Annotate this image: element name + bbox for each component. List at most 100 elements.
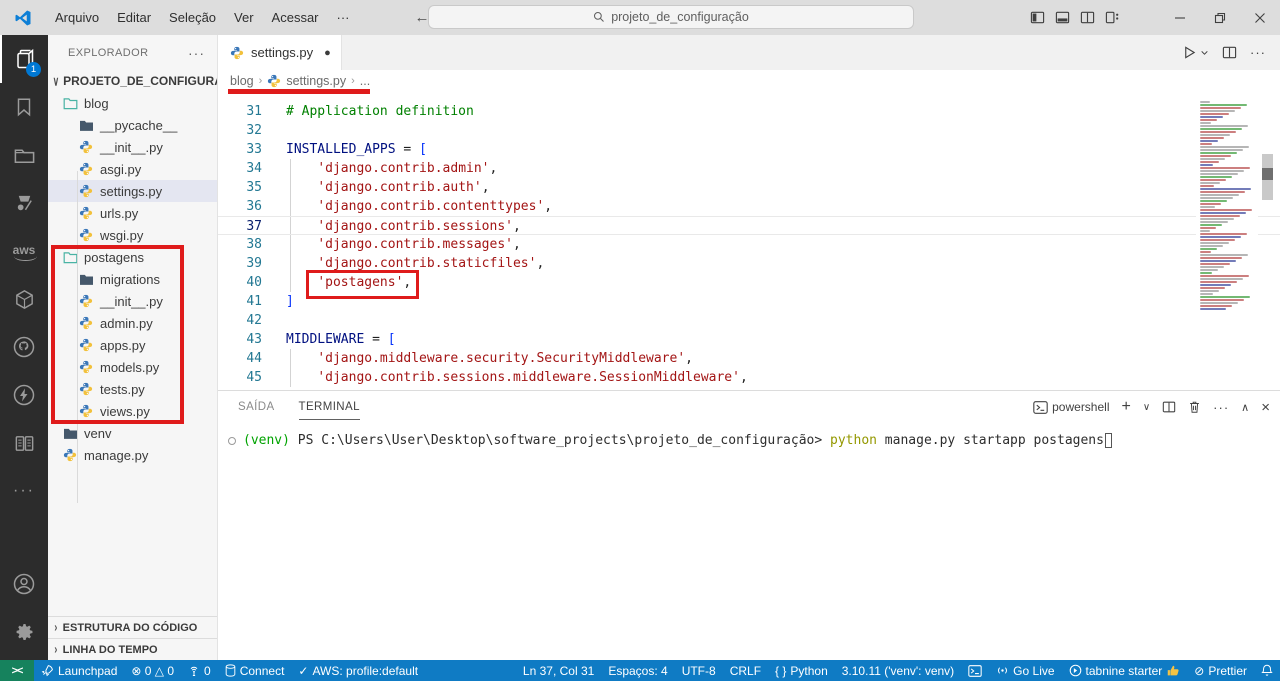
terminal-content[interactable]: (venv) PS C:\Users\User\Desktop\software… (218, 423, 1280, 448)
status-aws-profile[interactable]: ✓AWS: profile:default (291, 660, 425, 681)
menu-item-seleo[interactable]: Seleção (160, 10, 225, 25)
thunder-client-icon[interactable] (0, 371, 48, 419)
tree-item-apps-py[interactable]: apps.py (48, 334, 217, 356)
menu-item-arquivo[interactable]: Arquivo (46, 10, 108, 25)
breadcrumb-item[interactable]: ... (360, 74, 370, 88)
split-terminal-icon[interactable] (1162, 400, 1176, 414)
code-line-38[interactable]: 38 'django.contrib.messages', (218, 235, 1280, 254)
tree-item-views-py[interactable]: views.py (48, 400, 217, 422)
line-number[interactable]: 41 (218, 292, 286, 311)
modified-indicator-icon[interactable]: ● (324, 47, 331, 59)
docs-reader-icon[interactable] (0, 419, 48, 467)
more-actions-icon[interactable]: ··· (1250, 45, 1266, 60)
line-number[interactable]: 44 (218, 349, 286, 368)
line-number[interactable]: 34 (218, 159, 286, 178)
line-number[interactable]: 37 (218, 217, 286, 234)
bookmarks-icon[interactable] (0, 83, 48, 131)
code-line-31[interactable]: 31# Application definition (218, 102, 1280, 121)
code-line-34[interactable]: 34 'django.contrib.admin', (218, 159, 1280, 178)
command-decoration-icon[interactable] (228, 437, 236, 445)
tree-item-venv[interactable]: venv (48, 422, 217, 444)
line-number[interactable]: 39 (218, 254, 286, 273)
line-number[interactable]: 38 (218, 235, 286, 254)
more-extensions-icon[interactable]: ··· (0, 467, 48, 515)
line-number[interactable]: 31 (218, 102, 286, 121)
line-number[interactable]: 35 (218, 178, 286, 197)
minimap[interactable] (1196, 92, 1258, 390)
split-editor-layout-icon[interactable] (1080, 10, 1095, 25)
kill-terminal-icon[interactable] (1188, 400, 1201, 414)
status-indentation[interactable]: Espaços: 4 (601, 660, 674, 681)
code-line-44[interactable]: 44 'django.middleware.security.SecurityM… (218, 349, 1280, 368)
tree-item--init-py[interactable]: __init__.py (48, 290, 217, 312)
line-number[interactable]: 40 (218, 273, 286, 292)
tree-item-tests-py[interactable]: tests.py (48, 378, 217, 400)
tree-item-wsgi-py[interactable]: wsgi.py (48, 224, 217, 246)
tree-item-asgi-py[interactable]: asgi.py (48, 158, 217, 180)
account-icon[interactable] (0, 560, 48, 608)
tree-item--pycache-[interactable]: __pycache__ (48, 114, 217, 136)
tree-item-settings-py[interactable]: settings.py (48, 180, 217, 202)
menu-item-acessar[interactable]: Acessar (263, 10, 328, 25)
code-line-32[interactable]: 32 (218, 121, 1280, 140)
customize-layout-icon[interactable] (1105, 10, 1120, 25)
tree-item-models-py[interactable]: models.py (48, 356, 217, 378)
line-number[interactable]: 36 (218, 197, 286, 216)
status-cursor-position[interactable]: Ln 37, Col 31 (516, 660, 601, 681)
github-icon[interactable] (0, 323, 48, 371)
status-notifications[interactable] (1254, 660, 1280, 681)
code-line-40[interactable]: 40 'postagens', (218, 273, 1280, 292)
tree-item--init-py[interactable]: __init__.py (48, 136, 217, 158)
menu-item-editar[interactable]: Editar (108, 10, 160, 25)
code-line-43[interactable]: 43MIDDLEWARE = [ (218, 330, 1280, 349)
new-terminal-icon[interactable]: + (1122, 398, 1131, 416)
powershell-entry[interactable]: powershell (1033, 400, 1109, 414)
tree-item-blog[interactable]: blog (48, 92, 217, 114)
panel-more-icon[interactable]: ··· (1213, 400, 1229, 415)
panel-tab-terminal[interactable]: TERMINAL (299, 395, 360, 420)
menu-item-ver[interactable]: Ver (225, 10, 263, 25)
status-problems[interactable]: ⊗ 0 △ 0 (124, 660, 181, 681)
tree-item-admin-py[interactable]: admin.py (48, 312, 217, 334)
status-terminal-shortcut[interactable] (961, 660, 989, 681)
settings-gear-icon[interactable] (0, 608, 48, 656)
status-prettier[interactable]: ⊘Prettier (1187, 660, 1254, 681)
breadcrumb-item[interactable]: blog (230, 74, 254, 88)
code-line-42[interactable]: 42 (218, 311, 1280, 330)
code-editor[interactable]: 31# Application definition3233INSTALLED_… (218, 92, 1280, 390)
status-connect[interactable]: Connect (218, 660, 292, 681)
code-line-33[interactable]: 33INSTALLED_APPS = [ (218, 140, 1280, 159)
section-estrutura-do-c-digo[interactable]: ›ESTRUTURA DO CÓDIGO (48, 616, 217, 638)
code-line-39[interactable]: 39 'django.contrib.staticfiles', (218, 254, 1280, 273)
code-line-36[interactable]: 36 'django.contrib.contenttypes', (218, 197, 1280, 216)
code-line-45[interactable]: 45 'django.contrib.sessions.middleware.S… (218, 368, 1280, 387)
breadcrumb-item[interactable]: settings.py (286, 74, 346, 88)
status-encoding[interactable]: UTF-8 (675, 660, 723, 681)
status-ports[interactable]: 0 (181, 660, 218, 681)
extension-test-icon[interactable] (0, 179, 48, 227)
explorer-icon[interactable]: 1 (0, 35, 48, 83)
status-language-mode[interactable]: { }Python (768, 660, 835, 681)
terminal-dropdown-icon[interactable]: ∨ (1143, 402, 1150, 413)
toggle-sidebar-icon[interactable] (1030, 10, 1045, 25)
tree-item-manage-py[interactable]: manage.py (48, 444, 217, 466)
status-eol[interactable]: CRLF (723, 660, 768, 681)
run-python-file-icon[interactable] (1182, 45, 1209, 60)
workspace-root-folder[interactable]: ∨ PROJETO_DE_CONFIGURA... (48, 70, 217, 92)
section-linha-do-tempo[interactable]: ›LINHA DO TEMPO (48, 638, 217, 660)
status-launchpad[interactable]: Launchpad (34, 660, 124, 681)
line-number[interactable]: 45 (218, 368, 286, 387)
aws-toolkit-icon[interactable]: aws (0, 227, 48, 275)
editor-scrollbar[interactable] (1261, 92, 1274, 390)
tree-item-postagens[interactable]: postagens (48, 246, 217, 268)
maximize-panel-icon[interactable]: ∧ (1241, 401, 1249, 414)
explorer-more-actions-icon[interactable]: ··· (188, 45, 205, 61)
code-line-37[interactable]: 37 'django.contrib.sessions', (218, 216, 1280, 235)
panel-tab-output[interactable]: SAÍDA (238, 395, 275, 419)
tab-settings-py[interactable]: settings.py ● (218, 35, 342, 70)
restore-button[interactable] (1200, 0, 1240, 35)
tree-item-urls-py[interactable]: urls.py (48, 202, 217, 224)
line-number[interactable]: 42 (218, 311, 286, 330)
status-python-interpreter[interactable]: 3.10.11 ('venv': venv) (835, 660, 961, 681)
minimize-button[interactable] (1160, 0, 1200, 35)
